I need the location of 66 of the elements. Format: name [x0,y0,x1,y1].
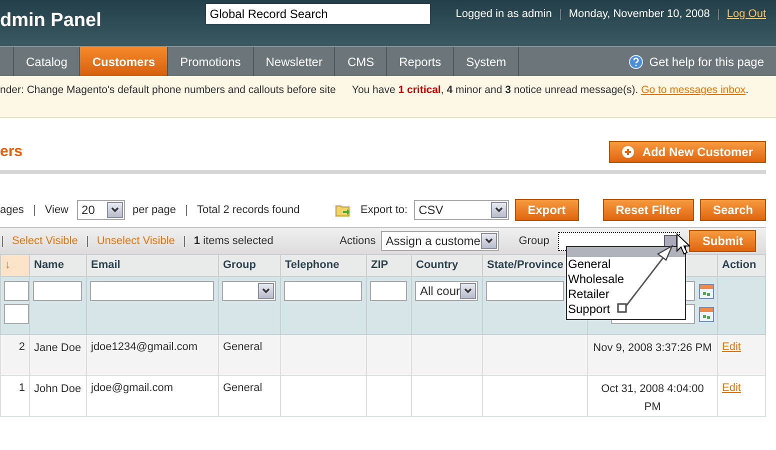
column-header[interactable]: Country [412,254,482,276]
caret-icon[interactable] [460,283,476,299]
customer-since-cell: Oct 31, 2008 4:04:00 PM [588,376,718,416]
add-customer-button[interactable]: Add New Customer [609,141,766,163]
dropdown-option[interactable]: Retailer [567,287,685,302]
reminder-text: nder: Change Magento's default phone numbers and callouts before site [0,83,336,98]
email-cell: jdoe@gmail.com [86,376,218,416]
filter-field[interactable] [4,281,29,301]
total-records-text: Total 2 records found [196,202,300,218]
filter-field[interactable] [370,281,407,301]
group-label: Group [518,234,550,249]
column-header[interactable]: Telephone [280,254,366,276]
filter-field[interactable] [4,304,29,324]
logout-link[interactable]: Log Out [726,6,766,22]
pages-text: ages [0,202,24,218]
page-title: ers [0,142,23,162]
filter-button[interactable]: Reset Filter [602,199,694,221]
dropdown-option[interactable]: Support [567,302,685,317]
messages-link[interactable]: Go to messages inbox [641,84,746,96]
submit-button[interactable]: Submit [689,230,756,252]
group-cell: General [218,376,280,416]
filter-field[interactable] [486,281,564,301]
edit-link[interactable]: Edit [722,382,741,394]
edit-link[interactable]: Edit [722,341,741,353]
highlighted-option[interactable] [567,247,685,257]
column-header[interactable]: Name [30,254,86,276]
filter-button[interactable]: Search [700,199,766,221]
plus-icon [622,146,634,158]
filter-field[interactable] [90,281,214,301]
actions-label: Actions [340,234,376,249]
column-header[interactable]: Group [218,254,280,276]
export-button[interactable]: Export [514,199,579,221]
per-page-label: per page [132,202,176,218]
actions-select[interactable]: Assign a custome [380,231,499,251]
caret-icon[interactable] [106,202,123,218]
app-title: dmin Panel [0,9,102,33]
column-header[interactable]: ZIP [366,254,412,276]
per-page-select[interactable]: 20 [76,200,125,220]
nav-tab[interactable]: Customers [80,47,168,76]
calendar-icon[interactable] [699,284,714,298]
calendar-icon[interactable] [699,306,714,322]
column-header[interactable]: ↓ [0,254,30,276]
caret-icon[interactable] [480,233,497,249]
search-field[interactable]: Global Record Search [206,4,430,24]
export-format-select[interactable]: CSV [414,200,509,220]
select-visible-link[interactable]: Select Visible [12,232,78,250]
caret-icon[interactable] [490,202,507,218]
filter-select[interactable]: All cour [415,281,478,301]
export-label: Export to: [360,202,408,218]
user-text: Logged in as admin [456,6,552,22]
filter-field[interactable] [284,281,362,301]
caret-icon[interactable] [258,283,274,299]
help-link[interactable]: Get help for this page [649,52,764,70]
date-text: Monday, November 10, 2008 [568,6,710,22]
selected-count-text: 1 items selected [194,234,274,249]
unselect-visible-link[interactable]: Unselect Visible [96,232,175,250]
export-folder-icon [334,203,351,217]
column-header[interactable]: Email [86,254,218,276]
view-label: View [44,202,69,218]
column-header[interactable]: Action [718,254,766,276]
help-icon[interactable] [629,54,644,68]
id-cell: 1 [0,376,30,416]
filter-field[interactable] [33,281,82,301]
name-cell: John Doe [30,376,86,416]
dropdown-button[interactable] [664,234,678,248]
messages-text: You have 1 critical, 4 minor and 3 notice unread message(s). Go to messages inbox. [352,83,748,98]
